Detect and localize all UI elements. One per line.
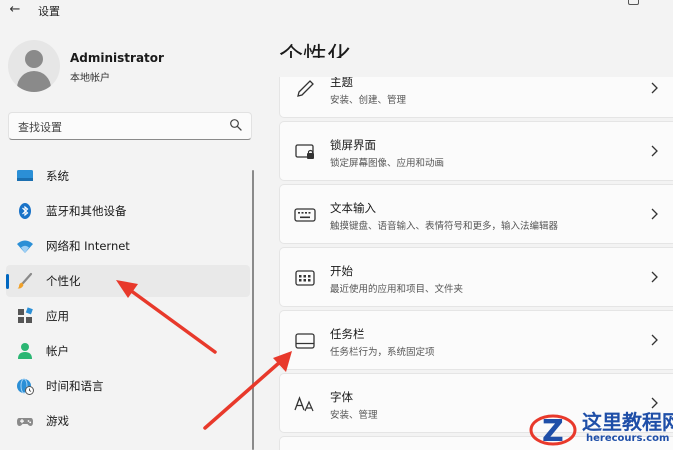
monitor-icon <box>17 170 33 181</box>
search-input[interactable]: 查找设置 <box>8 112 252 140</box>
card-title: 开始 <box>330 264 353 278</box>
wifi-icon <box>17 240 33 253</box>
sidebar-item-personalization[interactable]: 个性化 <box>6 265 250 297</box>
card-subtitle: 触摸键盘、语音输入、表情符号和更多，输入法编辑器 <box>330 221 559 232</box>
account-type: 本地帐户 <box>70 73 110 84</box>
sidebar-item-accounts[interactable]: 帐户 <box>6 335 250 367</box>
taskbar-icon <box>295 333 315 349</box>
title-bar: ← 设置 <box>0 0 673 22</box>
chevron-right-icon <box>651 82 658 94</box>
gamepad-icon <box>17 418 33 426</box>
card-title: 锁屏界面 <box>330 138 376 152</box>
sidebar-item-label: 蓝牙和其他设备 <box>46 204 127 218</box>
keyboard-icon <box>294 208 316 222</box>
sidebar-item-label: 帐户 <box>46 344 69 358</box>
avatar[interactable] <box>8 40 60 92</box>
avatar-head-shape <box>25 50 43 68</box>
sidebar-item-apps[interactable]: 应用 <box>6 300 250 332</box>
card-subtitle: 安装、管理 <box>330 410 378 421</box>
lock-screen-icon <box>295 144 314 159</box>
start-icon <box>295 270 315 286</box>
sidebar-item-time-language[interactable]: 时间和语言 <box>6 370 250 402</box>
card-title: 任务栏 <box>330 327 365 341</box>
sidebar-item-network[interactable]: 网络和 Internet <box>6 230 250 262</box>
apps-icon <box>18 307 33 323</box>
brush-icon <box>17 272 33 289</box>
user-name: Administrator <box>70 51 164 65</box>
sidebar-item-label: 时间和语言 <box>46 379 104 393</box>
maximize-button[interactable] <box>628 0 639 5</box>
card-title: 字体 <box>330 390 353 404</box>
globe-clock-icon <box>17 378 34 395</box>
bluetooth-icon <box>19 203 31 219</box>
card-start[interactable]: 开始 最近使用的应用和项目、文件夹 <box>279 247 673 307</box>
chevron-right-icon <box>651 208 658 220</box>
active-indicator <box>6 274 9 289</box>
card-subtitle: 任务栏行为，系统固定项 <box>330 347 435 358</box>
sidebar-item-label: 个性化 <box>46 274 81 288</box>
avatar-body-shape <box>17 71 51 92</box>
sidebar-item-label: 网络和 Internet <box>46 239 130 253</box>
back-button[interactable]: ← <box>6 1 24 19</box>
sidebar-item-label: 应用 <box>46 309 69 323</box>
chevron-right-icon <box>651 271 658 283</box>
sidebar-item-label: 游戏 <box>46 414 69 428</box>
watermark-title: 这里教程网 <box>582 410 673 434</box>
window-title: 设置 <box>38 5 60 18</box>
sidebar-item-bluetooth[interactable]: 蓝牙和其他设备 <box>6 195 250 227</box>
card-lock-screen[interactable]: 锁屏界面 锁定屏幕图像、应用和动画 <box>279 121 673 181</box>
sidebar-item-gaming[interactable]: 游戏 <box>6 405 250 437</box>
scroll-clip <box>279 58 673 77</box>
search-icon <box>230 119 242 131</box>
card-taskbar[interactable]: 任务栏 任务栏行为，系统固定项 <box>279 310 673 370</box>
chevron-right-icon <box>651 145 658 157</box>
search-placeholder: 查找设置 <box>18 121 62 134</box>
card-text-input[interactable]: 文本输入 触摸键盘、语音输入、表情符号和更多，输入法编辑器 <box>279 184 673 244</box>
watermark-logo-icon: Z <box>529 414 577 448</box>
pen-icon <box>297 80 314 97</box>
sidebar-item-label: 系统 <box>46 169 69 183</box>
svg-text:Z: Z <box>542 414 564 448</box>
watermark-url: herecours.com <box>586 433 670 444</box>
chevron-right-icon <box>651 334 658 346</box>
person-icon <box>18 343 32 359</box>
sidebar-item-system[interactable]: 系统 <box>6 160 250 192</box>
sidebar-scrollbar[interactable] <box>252 170 254 450</box>
card-title: 文本输入 <box>330 201 376 215</box>
watermark: Z 这里教程网 herecours.com <box>524 404 673 450</box>
card-subtitle: 锁定屏幕图像、应用和动画 <box>330 158 445 169</box>
font-icon <box>294 396 314 412</box>
card-subtitle: 最近使用的应用和项目、文件夹 <box>330 284 464 295</box>
card-subtitle: 安装、创建、管理 <box>330 95 407 106</box>
